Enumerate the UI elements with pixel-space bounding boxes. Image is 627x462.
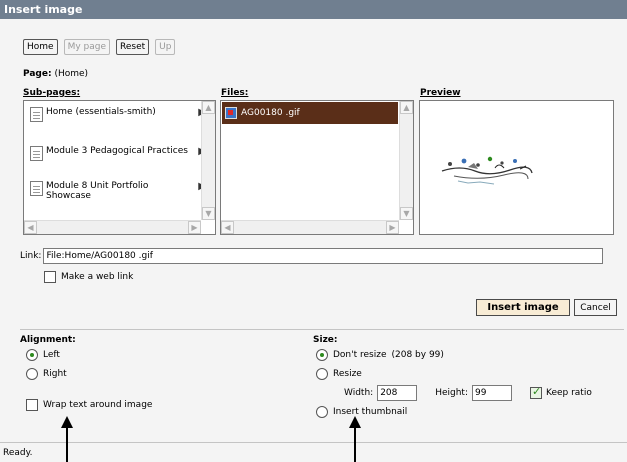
keep-ratio-checkbox[interactable] (529, 385, 542, 399)
subpage-item-module-8[interactable]: Module 8 Unit Portfolio Showcase ▶ (30, 181, 206, 201)
subpages-label: Sub-pages: (23, 88, 81, 98)
dont-resize-option[interactable]: Don't resize (208 by 99) (316, 349, 444, 361)
home-button[interactable]: Home (23, 39, 58, 55)
subpage-label: Module 3 Pedagogical Practices (46, 146, 188, 156)
options-divider (20, 329, 624, 330)
my-page-button: My page (63, 39, 111, 55)
files-label: Files: (221, 88, 249, 98)
preview-label: Preview (420, 88, 461, 98)
preview-clipart-image (441, 156, 533, 185)
resize-label: Resize (333, 369, 362, 379)
original-size-info: (208 by 99) (391, 350, 444, 360)
scroll-left-icon[interactable]: ◀ (221, 221, 234, 234)
files-vertical-scrollbar[interactable]: ▲ ▼ (399, 101, 413, 220)
web-link-option[interactable]: Make a web link (44, 271, 133, 283)
reset-button[interactable]: Reset (116, 39, 150, 55)
dont-resize-label: Don't resize (333, 350, 387, 360)
files-horizontal-scrollbar[interactable]: ◀ ▶ (221, 220, 399, 234)
align-right-label: Right (43, 369, 67, 379)
align-left-option[interactable]: Left (26, 349, 60, 361)
width-label: Width: (344, 388, 374, 398)
subpage-label: Module 8 Unit Portfolio Showcase (46, 181, 149, 201)
subpage-item-module-3[interactable]: Module 3 Pedagogical Practices ▶ (30, 146, 206, 161)
insert-thumbnail-label: Insert thumbnail (333, 407, 408, 417)
files-list[interactable]: AG00180 .gif ▲ ▼ ◀ ▶ (220, 100, 414, 235)
cancel-button[interactable]: Cancel (574, 299, 617, 316)
up-button: Up (155, 39, 176, 55)
align-left-radio[interactable] (26, 349, 38, 361)
resize-radio[interactable] (316, 368, 328, 380)
window-title: Insert image (0, 0, 627, 19)
link-row: Link: (20, 248, 604, 264)
pointer-arrow-shaft (66, 427, 68, 462)
subpages-list[interactable]: Home (essentials-smith) ▶ Module 3 Pedag… (23, 100, 216, 235)
align-right-radio[interactable] (26, 368, 38, 380)
height-label: Height: (435, 388, 468, 398)
insert-thumbnail-radio[interactable] (316, 406, 328, 418)
resize-dimensions: Width: Height: Keep ratio (344, 385, 592, 401)
scroll-up-icon[interactable]: ▲ (202, 101, 215, 114)
resize-option[interactable]: Resize (316, 368, 362, 380)
page-icon (30, 181, 43, 196)
height-input[interactable] (471, 385, 512, 401)
image-preview (419, 100, 614, 235)
link-label: Link: (20, 251, 42, 261)
scroll-right-icon[interactable]: ▶ (386, 221, 399, 234)
align-left-label: Left (43, 350, 60, 360)
subpage-label: Home (essentials-smith) (46, 107, 156, 117)
navigation-buttons: Home My page Reset Up (23, 39, 176, 55)
scroll-right-icon[interactable]: ▶ (188, 221, 201, 234)
link-input[interactable] (43, 248, 604, 264)
wrap-text-checkbox[interactable] (26, 399, 38, 411)
dont-resize-radio[interactable] (316, 349, 328, 361)
subpages-vertical-scrollbar[interactable]: ▲ ▼ (201, 101, 215, 220)
page-icon (30, 107, 43, 122)
scroll-left-icon[interactable]: ◀ (24, 221, 37, 234)
subpages-horizontal-scrollbar[interactable]: ◀ ▶ (24, 220, 201, 234)
wrap-text-label: Wrap text around image (43, 400, 153, 410)
current-page: Page: (Home) (23, 69, 88, 79)
page-label: Page: (23, 69, 52, 79)
insert-image-button[interactable]: Insert image (476, 299, 570, 316)
wrap-text-option[interactable]: Wrap text around image (26, 399, 152, 411)
alignment-title: Alignment: (20, 335, 76, 345)
align-right-option[interactable]: Right (26, 368, 67, 380)
image-file-icon (225, 107, 237, 119)
insert-thumbnail-option[interactable]: Insert thumbnail (316, 406, 407, 418)
status-divider (0, 442, 627, 443)
scroll-down-icon[interactable]: ▼ (400, 207, 413, 220)
scroll-up-icon[interactable]: ▲ (400, 101, 413, 114)
width-input[interactable] (377, 385, 418, 401)
pointer-arrow-shaft (354, 427, 356, 462)
page-value: (Home) (54, 69, 89, 79)
page-icon (30, 146, 43, 161)
web-link-checkbox[interactable] (44, 271, 56, 283)
web-link-label: Make a web link (61, 272, 134, 282)
file-item-selected[interactable]: AG00180 .gif (222, 102, 398, 124)
insert-image-dialog: Home My page Reset Up Page: (Home) Sub-p… (0, 19, 627, 462)
size-title: Size: (313, 335, 338, 345)
file-name: AG00180 .gif (241, 108, 300, 118)
scroll-down-icon[interactable]: ▼ (202, 207, 215, 220)
subpage-item-home[interactable]: Home (essentials-smith) ▶ (30, 107, 206, 122)
keep-ratio-label: Keep ratio (545, 388, 592, 398)
status-bar: Ready. (0, 445, 627, 462)
